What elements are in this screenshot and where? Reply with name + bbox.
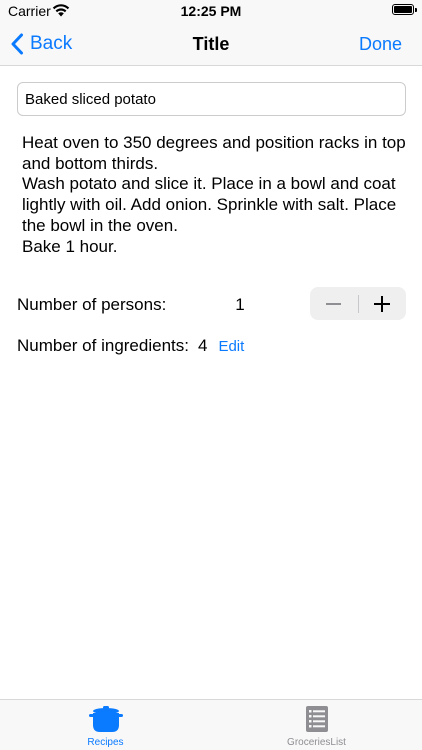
- ingredients-row: Number of ingredients: 4 Edit: [17, 336, 244, 356]
- persons-value: 1: [235, 295, 245, 314]
- tab-groceries-list-label: GroceriesList: [287, 737, 346, 748]
- recipe-name-field[interactable]: [17, 82, 406, 116]
- battery-level: [394, 6, 412, 13]
- tab-bar: Recipes GroceriesList: [0, 699, 422, 750]
- tab-recipes-label: Recipes: [87, 737, 124, 748]
- navigation-bar: Back Title Done: [0, 22, 422, 66]
- recipe-instructions[interactable]: Heat oven to 350 degrees and position ra…: [22, 133, 407, 257]
- battery-icon: [392, 4, 417, 15]
- edit-ingredients-button[interactable]: Edit: [218, 338, 244, 355]
- pot-icon: [88, 706, 123, 732]
- persons-stepper[interactable]: [310, 287, 406, 320]
- list-icon: [305, 706, 328, 732]
- status-bar: Carrier 12:25 PM: [0, 0, 422, 22]
- tab-recipes[interactable]: Recipes: [0, 700, 211, 750]
- decrement-button[interactable]: [310, 287, 358, 320]
- minus-icon: [326, 302, 342, 305]
- status-time: 12:25 PM: [180, 3, 242, 19]
- persons-label: Number of persons:: [17, 295, 167, 314]
- plus-icon: [374, 295, 391, 312]
- ingredients-value: 4: [197, 336, 208, 355]
- done-button[interactable]: Done: [359, 34, 402, 55]
- increment-button[interactable]: [358, 287, 406, 320]
- tab-groceries-list[interactable]: GroceriesList: [211, 700, 422, 750]
- ingredients-label: Number of ingredients:: [17, 336, 189, 355]
